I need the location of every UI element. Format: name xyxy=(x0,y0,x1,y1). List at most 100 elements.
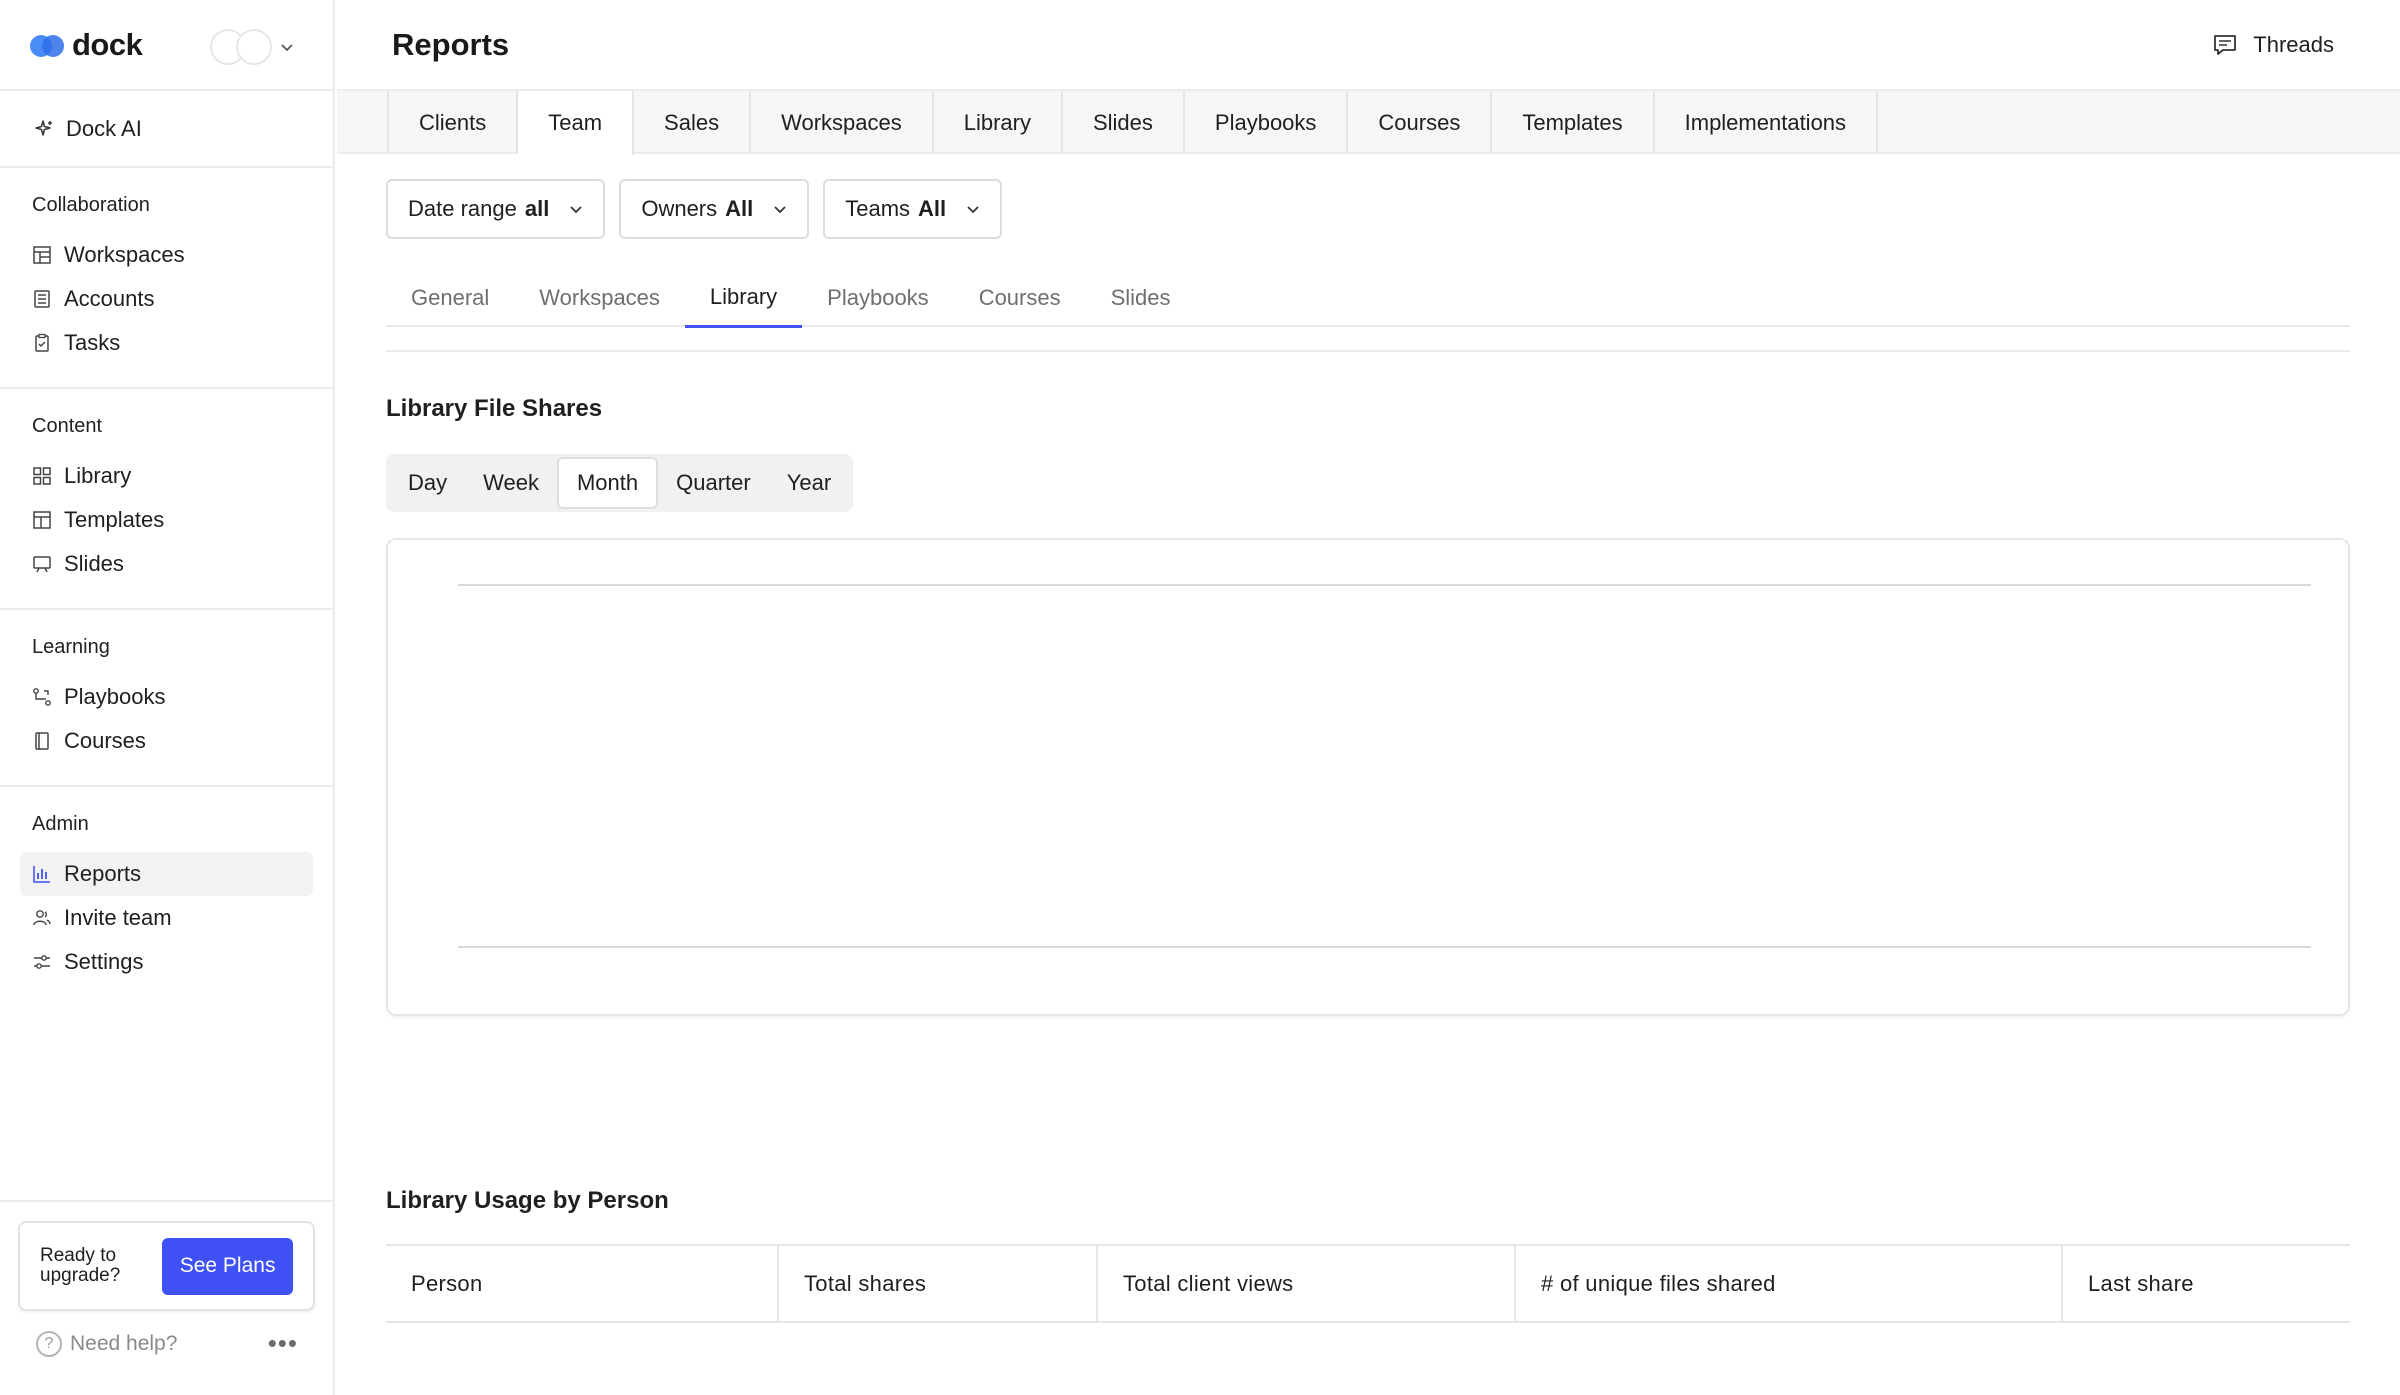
library-file-shares-title: Library File Shares xyxy=(386,395,603,422)
teams-filter[interactable]: Teams All xyxy=(823,179,1003,239)
period-month[interactable]: Month xyxy=(556,457,659,509)
sidebar-item-invite-team[interactable]: Invite team xyxy=(20,896,313,940)
sidebar-item-label: Workspaces xyxy=(64,242,185,267)
owners-filter[interactable]: Owners All xyxy=(619,179,810,239)
sidebar-item-label: Tasks xyxy=(64,330,121,355)
divider xyxy=(386,350,2350,352)
subtab-slides[interactable]: Slides xyxy=(1086,268,1196,327)
divider xyxy=(0,1200,335,1202)
sidebar-item-templates[interactable]: Templates xyxy=(20,498,313,542)
filter-value: All xyxy=(918,196,947,221)
period-week[interactable]: Week xyxy=(465,457,557,509)
subtab-general[interactable]: General xyxy=(386,268,514,327)
sidebar-item-label: Accounts xyxy=(64,286,155,311)
sidebar: dock Dock AI Collaboration Workspaces Ac… xyxy=(0,0,335,1395)
subtab-library[interactable]: Library xyxy=(684,268,803,328)
brand-name: dock xyxy=(72,26,143,62)
subtab-courses[interactable]: Courses xyxy=(954,268,1086,327)
upgrade-text: Ready to upgrade? xyxy=(40,1245,121,1286)
chevron-down-icon xyxy=(774,206,786,214)
sidebar-item-label: Reports xyxy=(64,861,142,886)
sidebar-item-workspaces[interactable]: Workspaces xyxy=(20,233,313,277)
tab-templates[interactable]: Templates xyxy=(1492,91,1655,154)
dock-ai-label: Dock AI xyxy=(66,115,142,141)
sidebar-item-accounts[interactable]: Accounts xyxy=(20,277,313,321)
playbooks-icon xyxy=(32,687,52,707)
sidebar-item-label: Slides xyxy=(64,551,124,576)
slides-icon xyxy=(32,554,52,574)
courses-icon xyxy=(32,731,52,751)
section-title: Content xyxy=(32,415,103,437)
workspace-switcher[interactable] xyxy=(210,29,294,65)
sidebar-item-playbooks[interactable]: Playbooks xyxy=(20,675,313,719)
date-range-filter[interactable]: Date range all xyxy=(386,179,606,239)
tasks-icon xyxy=(32,333,52,353)
more-options-icon[interactable]: ••• xyxy=(268,1328,298,1359)
library-usage-title: Library Usage by Person xyxy=(386,1187,669,1214)
sidebar-header: dock xyxy=(0,0,333,91)
sidebar-item-dock-ai[interactable]: Dock AI xyxy=(0,91,333,168)
sidebar-item-label: Invite team xyxy=(64,905,172,930)
workspace-avatar xyxy=(236,29,272,65)
subtab-workspaces[interactable]: Workspaces xyxy=(514,268,685,327)
filter-value: all xyxy=(524,196,550,221)
sidebar-item-tasks[interactable]: Tasks xyxy=(20,321,313,365)
tab-sales[interactable]: Sales xyxy=(634,91,752,154)
period-year[interactable]: Year xyxy=(769,457,849,509)
file-shares-chart xyxy=(386,538,2350,1016)
sparkle-icon xyxy=(35,119,52,136)
threads-label: Threads xyxy=(2253,31,2334,57)
section-title: Admin xyxy=(32,813,89,835)
chevron-down-icon xyxy=(967,206,979,214)
sidebar-section-collaboration: Collaboration Workspaces Accounts Tasks xyxy=(0,168,333,389)
tab-workspaces[interactable]: Workspaces xyxy=(751,91,934,154)
sidebar-item-label: Templates xyxy=(64,507,165,532)
period-quarter[interactable]: Quarter xyxy=(658,457,769,509)
workspaces-icon xyxy=(32,245,52,265)
sidebar-item-label: Library xyxy=(64,463,132,488)
tab-slides[interactable]: Slides xyxy=(1063,91,1185,154)
column-header-total-shares[interactable]: Total shares xyxy=(779,1246,1098,1321)
tab-courses[interactable]: Courses xyxy=(1348,91,1493,154)
page-title: Reports xyxy=(392,26,510,62)
column-header-total-client-views[interactable]: Total client views xyxy=(1098,1246,1516,1321)
period-selector: Day Week Month Quarter Year xyxy=(386,454,854,512)
tab-library[interactable]: Library xyxy=(934,91,1063,154)
chevron-down-icon xyxy=(570,206,582,214)
column-header-last-share[interactable]: Last share xyxy=(2063,1246,2350,1321)
dock-logo-icon xyxy=(30,33,66,57)
see-plans-button[interactable]: See Plans xyxy=(162,1237,293,1295)
sidebar-item-reports[interactable]: Reports xyxy=(20,852,313,896)
chart-canvas xyxy=(458,584,2311,948)
period-day[interactable]: Day xyxy=(390,457,465,509)
reports-icon xyxy=(32,864,52,884)
chat-icon xyxy=(2214,34,2237,55)
tab-implementations[interactable]: Implementations xyxy=(1655,91,1879,154)
need-help-link[interactable]: ? Need help? xyxy=(36,1330,178,1357)
tab-playbooks[interactable]: Playbooks xyxy=(1185,91,1349,154)
filter-label: Owners xyxy=(641,196,718,221)
tab-clients[interactable]: Clients xyxy=(387,91,519,154)
column-header-unique-files-shared[interactable]: # of unique files shared xyxy=(1516,1246,2063,1321)
sidebar-item-label: Settings xyxy=(64,949,144,974)
sidebar-item-courses[interactable]: Courses xyxy=(20,719,313,763)
settings-icon xyxy=(32,952,52,972)
dock-logo[interactable]: dock xyxy=(30,26,143,63)
threads-button[interactable]: Threads xyxy=(2211,31,2334,59)
sidebar-section-content: Content Library Templates Slides xyxy=(0,389,333,610)
sidebar-item-settings[interactable]: Settings xyxy=(20,940,313,984)
sidebar-footer: ? Need help? ••• xyxy=(36,1328,298,1359)
subtab-playbooks[interactable]: Playbooks xyxy=(802,268,954,327)
sidebar-section-admin: Admin Reports Invite team Settings xyxy=(0,787,333,1006)
topbar: Reports Threads xyxy=(337,0,2400,91)
sidebar-item-library[interactable]: Library xyxy=(20,454,313,498)
tab-team[interactable]: Team xyxy=(518,91,635,155)
need-help-label: Need help? xyxy=(70,1331,178,1355)
filter-label: Teams xyxy=(845,196,911,221)
column-header-person[interactable]: Person xyxy=(386,1246,779,1321)
section-title: Learning xyxy=(32,636,110,658)
main-content: Reports Threads Clients Team Sales Works… xyxy=(337,0,2400,1395)
sidebar-item-slides[interactable]: Slides xyxy=(20,542,313,586)
question-icon: ? xyxy=(36,1330,62,1357)
section-title: Collaboration xyxy=(32,194,150,216)
